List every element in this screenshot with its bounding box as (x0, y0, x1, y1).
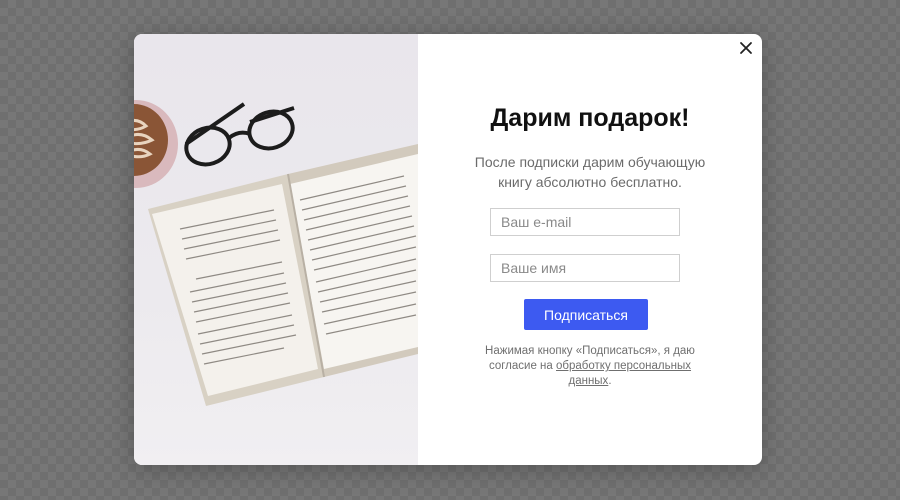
glasses (184, 102, 295, 167)
open-book-image (134, 100, 418, 406)
email-field[interactable] (490, 208, 680, 236)
book-photo (134, 34, 418, 465)
close-button[interactable] (738, 40, 754, 56)
consent-note: Нажимая кнопку «Подписаться», я даю согл… (473, 344, 707, 389)
consent-end: . (608, 375, 612, 387)
book (148, 144, 418, 406)
popup-content: Дарим подарок! После подписки дарим обуч… (418, 34, 762, 465)
close-icon[interactable] (738, 40, 754, 56)
privacy-policy-link[interactable]: обработку персональных данных (556, 360, 691, 387)
subscribe-button[interactable]: Подписаться (524, 299, 648, 330)
name-field[interactable] (490, 254, 680, 282)
popup-subtitle: После подписки дарим обучающую книгу абс… (474, 154, 706, 190)
popup-title: Дарим подарок! (490, 104, 690, 132)
subscribe-popup: Дарим подарок! После подписки дарим обуч… (134, 34, 762, 465)
